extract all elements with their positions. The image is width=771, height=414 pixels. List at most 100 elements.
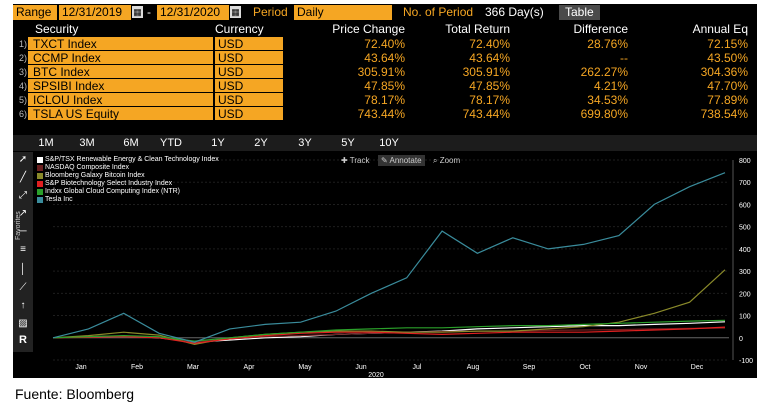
annotate-button[interactable]: ✎ Annotate [378,155,425,166]
total-return-cell: 743.44% [462,107,510,121]
period-select[interactable]: Daily [294,5,392,20]
zoom-label: Zoom [439,156,461,165]
currency-cell: USD [215,37,283,51]
fibonacci-icon[interactable]: ≡ [16,244,30,256]
legend-label: Tesla Inc [45,196,73,203]
zoom-icon: ⌕ [433,156,438,165]
total-return-cell: 47.85% [469,79,510,93]
line-tool-icon[interactable]: ╱ [16,172,30,184]
zoom-button[interactable]: ⌕ Zoom [430,155,463,166]
track-icon: ✚ [341,156,348,165]
security-cell[interactable]: SPSIBI Index [28,79,213,93]
legend-swatch [37,173,43,179]
table-row[interactable]: 2) CCMP Index USD 43.64% 43.64% -- 43.50% [13,51,757,65]
pattern-icon[interactable]: ▨ [16,318,30,330]
start-date-field[interactable]: 12/31/2019 [59,5,131,20]
security-cell[interactable]: TXCT Index [28,37,213,51]
period-button-1y[interactable]: 1Y [203,136,233,150]
difference-cell: 262.27% [580,65,628,79]
legend-label: S&P Biotechnology Select Industry Index [45,180,173,187]
x-tick-label: Sep [523,364,536,371]
row-number: 6) [18,109,27,119]
legend-entry[interactable]: Indxx Global Cloud Computing Index (NTR) [37,188,219,196]
range-bar: Range 12/31/2019 ▦ - 12/31/2020 ▦ Period… [13,4,757,21]
period-button-3m[interactable]: 3M [72,136,102,150]
col-total-return[interactable]: Total Return [413,22,510,36]
legend-swatch [37,189,43,195]
difference-cell: -- [620,51,628,65]
y-tick-label: 300 [739,269,751,276]
x-tick-label: Nov [635,364,648,371]
end-date-field[interactable]: 12/31/2020 [157,5,229,20]
table-row[interactable]: 6) TSLA US Equity USD 743.44% 743.44% 699.80%… [13,107,757,121]
period-button-3y[interactable]: 3Y [290,136,320,150]
table-row[interactable]: 3) BTC Index USD 305.91% 305.91% 262.27% 304.3… [13,65,757,79]
price-change-cell: 78.17% [364,93,405,107]
currency-cell: USD [215,107,283,121]
track-button[interactable]: ✚ Track [338,155,372,166]
total-return-cell: 305.91% [462,65,510,79]
row-number: 2) [18,53,27,63]
arrow-icon[interactable]: ↑ [16,300,30,312]
annual-eq-cell: 304.36% [700,65,748,79]
row-number: 3) [18,67,27,77]
legend-entry[interactable]: Bloomberg Galaxy Bitcoin Index [37,172,219,180]
range-label: Range [13,5,57,20]
security-cell[interactable]: CCMP Index [28,51,213,65]
legend-entry[interactable]: NASDAQ Composite Index [37,164,219,172]
period-button-5y[interactable]: 5Y [333,136,363,150]
difference-cell: 699.80% [580,107,628,121]
y-tick-label: 600 [739,202,751,209]
calendar-icon[interactable]: ▦ [132,6,143,18]
chart-legend: S&P/TSX Renewable Energy & Clean Technol… [37,156,219,204]
table-row[interactable]: 5) ICLOU Index USD 78.17% 78.17% 34.53% 77.89% [13,93,757,107]
legend-entry[interactable]: Tesla Inc [37,196,219,204]
col-price-change[interactable]: Price Change [303,22,405,36]
currency-cell: USD [215,93,283,107]
legend-label: Indxx Global Cloud Computing Index (NTR) [45,188,181,195]
legend-entry[interactable]: S&P/TSX Renewable Energy & Clean Technol… [37,156,219,164]
annual-eq-cell: 77.89% [707,93,748,107]
col-currency[interactable]: Currency [215,22,264,36]
period-button-6m[interactable]: 6M [116,136,146,150]
y-tick-label: 400 [739,247,751,254]
x-tick-label: Apr [244,364,256,371]
x-tick-label: Jun [355,364,366,371]
difference-cell: 34.53% [587,93,628,107]
annotate-icon: ✎ [381,156,388,165]
legend-entry[interactable]: S&P Biotechnology Select Industry Index [37,180,219,188]
table-row[interactable]: 4) SPSIBI Index USD 47.85% 47.85% 4.21% 47.70% [13,79,757,93]
period-button-2y[interactable]: 2Y [246,136,276,150]
table-row[interactable]: 1) TXCT Index USD 72.40% 72.40% 28.76% 72.15% [13,37,757,51]
annual-eq-cell: 47.70% [707,79,748,93]
col-annual-eq[interactable]: Annual Eq [643,22,748,36]
period-button-10y[interactable]: 10Y [374,136,404,150]
security-cell[interactable]: TSLA US Equity [28,107,213,121]
x-tick-label: Dec [691,364,704,371]
row-number: 4) [18,81,27,91]
total-return-cell: 43.64% [469,51,510,65]
calendar-icon[interactable]: ▦ [230,6,241,18]
x-tick-label: Feb [131,364,143,371]
no-of-period-label: No. of Period [403,5,474,19]
x-tick-label: May [298,364,312,371]
channel-icon[interactable]: ⟋ [16,282,30,294]
trendline-icon[interactable]: ⤢ [16,190,30,202]
security-cell[interactable]: BTC Index [28,65,213,79]
reset-icon[interactable]: R [16,334,30,346]
period-button-ytd[interactable]: YTD [156,136,186,150]
legend-swatch [37,181,43,187]
col-difference[interactable]: Difference [521,22,628,36]
security-cell[interactable]: ICLOU Index [28,93,213,107]
annual-eq-cell: 72.15% [707,37,748,51]
pointer-icon[interactable]: ➚ [16,154,30,166]
legend-swatch [37,165,43,171]
vertical-line-icon[interactable]: │ [16,264,30,276]
favorites-label[interactable]: Favorites [15,211,22,240]
y-tick-label: 200 [739,291,751,298]
annual-eq-cell: 738.54% [700,107,748,121]
period-button-1m[interactable]: 1M [31,136,61,150]
currency-cell: USD [215,65,283,79]
col-security[interactable]: Security [35,22,78,36]
table-button[interactable]: Table [559,5,600,20]
